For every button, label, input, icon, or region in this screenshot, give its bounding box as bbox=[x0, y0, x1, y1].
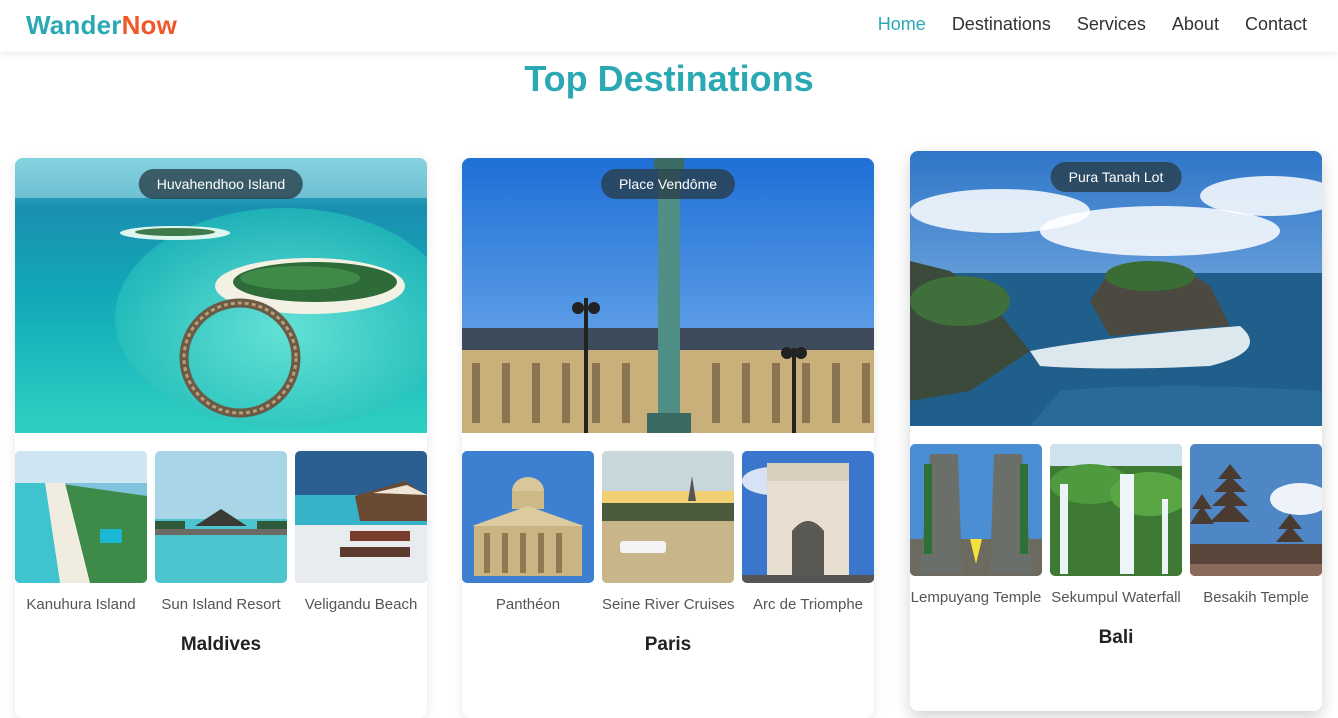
thumbnail-row: Panthéon Seine River Cruises Arc de Trio… bbox=[462, 451, 874, 613]
thumb-image bbox=[155, 451, 287, 583]
main-nav: Home Destinations Services About Contact bbox=[878, 14, 1307, 35]
thumb-label: Besakih Temple bbox=[1203, 589, 1309, 606]
brand-part-2: Now bbox=[121, 10, 178, 40]
destination-name: Maldives bbox=[180, 634, 262, 655]
nav-contact-link[interactable]: Contact bbox=[1245, 14, 1307, 35]
thumb-image bbox=[462, 451, 594, 583]
thumb-label: Panthéon bbox=[495, 596, 561, 613]
thumb-label: Seine River Cruises bbox=[602, 596, 735, 613]
thumb-image bbox=[602, 451, 734, 583]
thumb-sekumpul-waterfall[interactable]: Sekumpul Waterfall bbox=[1050, 444, 1190, 606]
thumb-image bbox=[1050, 444, 1190, 576]
thumb-image bbox=[1190, 444, 1322, 576]
thumb-kanuhura-island[interactable]: Kanuhura Island bbox=[15, 451, 147, 613]
thumb-label: Arc de Triomphe bbox=[752, 596, 864, 613]
destination-card-maldives[interactable]: Huvahendhoo Island Kanuhura Island Sun I… bbox=[15, 158, 427, 718]
hero-label: Huvahendhoo Island bbox=[138, 169, 304, 199]
destination-card-paris[interactable]: Place Vendôme Panthéon Seine River Cruis… bbox=[462, 158, 874, 718]
navbar: WanderNow Home Destinations Services Abo… bbox=[0, 0, 1338, 52]
thumb-image bbox=[910, 444, 1042, 576]
hero-image-maldives[interactable] bbox=[15, 158, 427, 433]
thumb-label: Sun Island Resort bbox=[161, 596, 281, 613]
thumbnail-row: Kanuhura Island Sun Island Resort Veliga… bbox=[15, 451, 427, 613]
thumb-besakih-temple[interactable]: Besakih Temple bbox=[1190, 444, 1322, 606]
section-title: Top Destinations bbox=[524, 58, 814, 99]
thumb-image bbox=[295, 451, 427, 583]
brand-part-1: Wander bbox=[26, 10, 122, 40]
destination-name: Bali bbox=[1098, 627, 1134, 648]
nav-home-link[interactable]: Home bbox=[878, 14, 926, 35]
hero-image-paris[interactable] bbox=[462, 158, 874, 433]
thumb-label: Lempuyang Temple bbox=[910, 589, 1042, 606]
destination-name: Paris bbox=[644, 634, 692, 655]
thumb-veligandu-beach[interactable]: Veligandu Beach bbox=[295, 451, 427, 613]
nav-services-link[interactable]: Services bbox=[1077, 14, 1146, 35]
thumbnail-row: Lempuyang Temple Sekumpul Waterfall Besa… bbox=[910, 444, 1322, 606]
brand-logo[interactable]: WanderNow bbox=[26, 10, 177, 41]
destination-card-bali[interactable]: Pura Tanah Lot Lempuyang Temple Sekumpul… bbox=[910, 151, 1322, 711]
hero-label: Place Vendôme bbox=[600, 169, 736, 199]
nav-destinations-link[interactable]: Destinations bbox=[952, 14, 1051, 35]
nav-about-link[interactable]: About bbox=[1172, 14, 1219, 35]
thumb-seine-river-cruises[interactable]: Seine River Cruises bbox=[602, 451, 735, 613]
thumb-image bbox=[15, 451, 147, 583]
thumb-sun-island-resort[interactable]: Sun Island Resort bbox=[155, 451, 287, 613]
thumb-pantheon[interactable]: Panthéon bbox=[462, 451, 594, 613]
hero-label: Pura Tanah Lot bbox=[1050, 162, 1182, 192]
hero-image-bali[interactable] bbox=[910, 151, 1322, 426]
thumb-label: Veligandu Beach bbox=[304, 596, 418, 613]
thumb-label: Kanuhura Island bbox=[26, 596, 136, 613]
thumb-image bbox=[742, 451, 874, 583]
thumb-arc-de-triomphe[interactable]: Arc de Triomphe bbox=[742, 451, 874, 613]
thumb-lempuyang-temple[interactable]: Lempuyang Temple bbox=[910, 444, 1042, 606]
thumb-label: Sekumpul Waterfall bbox=[1051, 589, 1181, 606]
